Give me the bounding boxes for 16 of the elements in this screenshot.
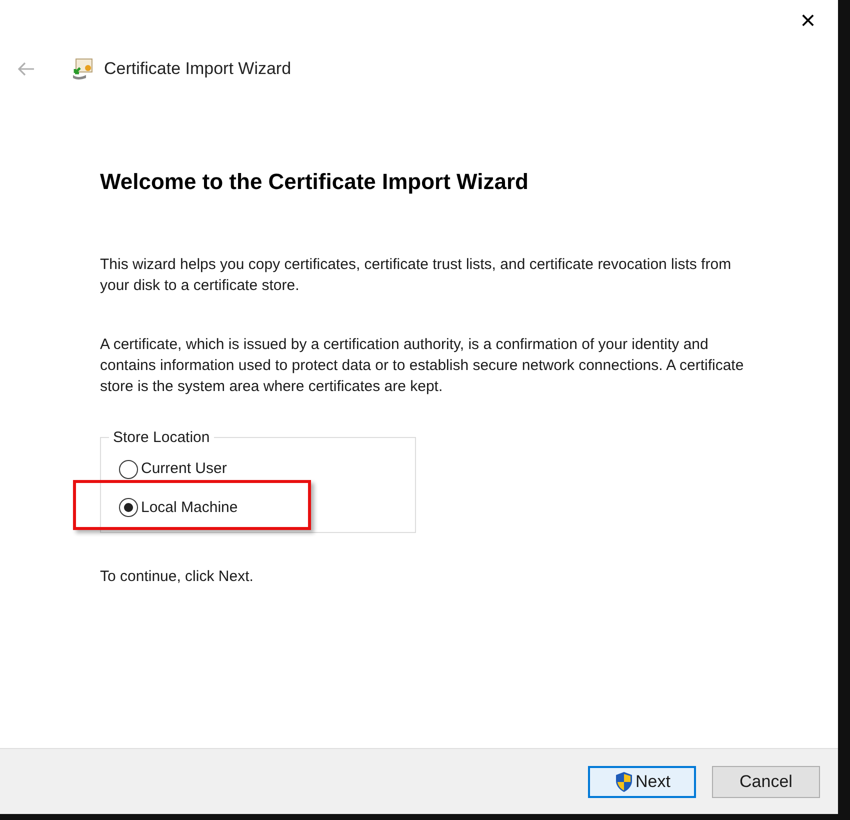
next-button[interactable]: Next <box>588 766 696 798</box>
hint-text: To continue, click Next. <box>100 567 254 587</box>
window-title: Certificate Import Wizard <box>104 58 292 80</box>
radio-option[interactable]: Local Machine <box>119 496 238 519</box>
description-text: This wizard helps you copy certificates, certificate trust lists, and certificate revocation lists from your disk to a certificate store. <box>100 255 732 296</box>
radio-option[interactable]: Current User <box>119 458 227 480</box>
description-text: A certificate, which is issued by a certification authority, is a confirmation of your identity and contains information used to protect data or to establish secure network connections. A certificate store is the system area where certificates are kept. <box>100 335 745 397</box>
cancel-button[interactable]: Cancel <box>712 766 820 798</box>
radio-label: Local Machine <box>141 498 238 518</box>
radio-button[interactable] <box>119 498 138 518</box>
close-button[interactable]: × <box>786 2 830 38</box>
certificate-icon <box>70 56 94 81</box>
shield-icon <box>614 770 634 792</box>
wizard-heading: Welcome to the Certificate Import Wizard <box>100 168 530 196</box>
radio-label: Current User <box>141 459 227 479</box>
radio-button[interactable] <box>119 460 138 479</box>
